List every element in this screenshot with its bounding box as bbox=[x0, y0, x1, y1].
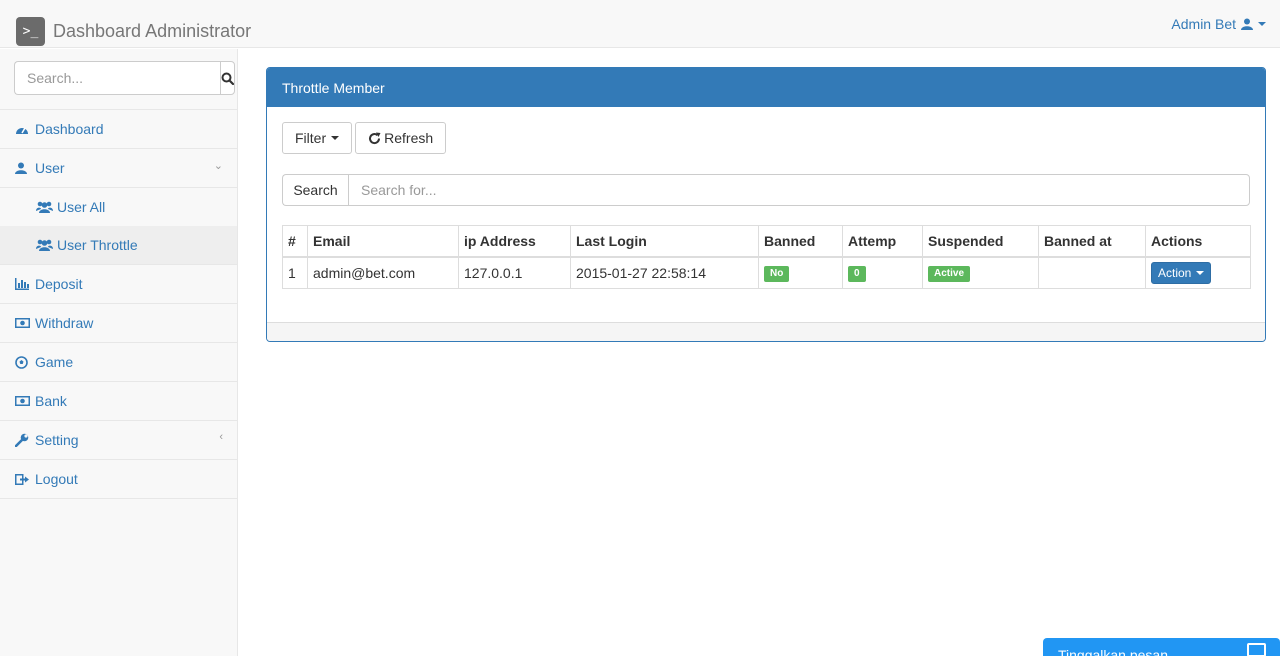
sidebar-item-label: User bbox=[35, 160, 65, 176]
col-actions: Actions bbox=[1145, 225, 1251, 258]
panel-footer bbox=[267, 322, 1265, 341]
chat-widget[interactable]: Tinggalkan pesan bbox=[1043, 638, 1280, 656]
terminal-icon: >_ bbox=[16, 17, 45, 46]
sidebar-subitem-label: User Throttle bbox=[57, 237, 138, 253]
col-banned-at: Banned at bbox=[1038, 225, 1146, 258]
throttle-member-panel: Throttle Member Filter Refresh Search # … bbox=[266, 67, 1266, 342]
sidebar-item-user[interactable]: User ⌄ bbox=[0, 149, 237, 188]
user-menu-dropdown[interactable]: Admin Bet bbox=[1171, 16, 1266, 32]
search-icon bbox=[221, 72, 234, 85]
sidebar-search-input[interactable] bbox=[14, 61, 220, 95]
sidebar-item-label: Bank bbox=[35, 393, 67, 409]
col-number: # bbox=[282, 225, 308, 258]
caret-down-icon bbox=[1196, 270, 1205, 275]
col-email: Email bbox=[307, 225, 459, 258]
cell-last-login: 2015-01-27 22:58:14 bbox=[570, 256, 759, 289]
filter-label: Filter bbox=[295, 130, 327, 146]
sidebar-item-game[interactable]: Game bbox=[0, 343, 237, 382]
col-attempt: Attemp bbox=[842, 225, 923, 258]
banned-badge: No bbox=[764, 266, 790, 283]
col-ip-address: ip Address bbox=[458, 225, 571, 258]
col-banned: Banned bbox=[758, 225, 843, 258]
suspended-badge: Active bbox=[928, 266, 971, 283]
wrench-icon bbox=[15, 433, 31, 447]
col-last-login: Last Login bbox=[570, 225, 759, 258]
chevron-down-icon: ⌄ bbox=[213, 160, 223, 172]
sidebar-search bbox=[0, 49, 237, 110]
user-menu-label: Admin Bet bbox=[1171, 16, 1236, 32]
user-icon bbox=[1241, 18, 1253, 30]
cell-attempt: 0 bbox=[842, 256, 923, 289]
sidebar-item-label: Deposit bbox=[35, 276, 83, 292]
refresh-icon bbox=[369, 132, 381, 144]
cell-banned: No bbox=[758, 256, 843, 289]
sidebar-subitem-user-all[interactable]: User All bbox=[0, 188, 237, 226]
cell-email: admin@bet.com bbox=[307, 256, 459, 289]
brand-title: Dashboard Administrator bbox=[53, 21, 252, 41]
sidebar-item-dashboard[interactable]: Dashboard bbox=[0, 110, 237, 149]
cell-number: 1 bbox=[282, 256, 308, 289]
member-search-group: Search bbox=[282, 174, 1250, 206]
sidebar-item-label: Game bbox=[35, 354, 74, 370]
sidebar-item-withdraw[interactable]: Withdraw bbox=[0, 304, 237, 343]
panel-title: Throttle Member bbox=[267, 68, 1265, 107]
dashboard-icon bbox=[15, 122, 31, 136]
refresh-label: Refresh bbox=[384, 130, 434, 146]
member-search-input[interactable] bbox=[348, 174, 1250, 206]
bar-chart-icon bbox=[15, 277, 31, 291]
money-icon bbox=[15, 394, 31, 408]
sidebar-item-label: Logout bbox=[35, 471, 78, 487]
cell-banned-at bbox=[1038, 256, 1146, 289]
users-icon bbox=[36, 238, 54, 252]
action-dropdown-button[interactable]: Action bbox=[1151, 261, 1212, 284]
soccer-ball-icon bbox=[15, 355, 31, 369]
sidebar-item-label: Dashboard bbox=[35, 121, 104, 137]
caret-down-icon bbox=[331, 136, 340, 140]
user-icon bbox=[15, 161, 31, 175]
cell-actions: Action bbox=[1145, 256, 1251, 289]
search-addon-label: Search bbox=[282, 174, 348, 206]
col-suspended: Suspended bbox=[922, 225, 1039, 258]
throttle-table: # Email ip Address Last Login Banned Att… bbox=[282, 225, 1251, 289]
chat-window-icon bbox=[1247, 643, 1266, 656]
table-row: 1 admin@bet.com 127.0.0.1 2015-01-27 22:… bbox=[282, 256, 1251, 289]
sidebar-search-button[interactable] bbox=[220, 61, 235, 95]
refresh-button[interactable]: Refresh bbox=[355, 122, 447, 154]
top-navbar: >_ Dashboard Administrator Admin Bet bbox=[0, 0, 1280, 48]
cell-suspended: Active bbox=[922, 256, 1039, 289]
sign-out-icon bbox=[15, 472, 31, 486]
sidebar-item-label: Setting bbox=[35, 432, 79, 448]
attempt-badge: 0 bbox=[848, 266, 866, 283]
sidebar-item-setting[interactable]: Setting ‹ bbox=[0, 421, 237, 460]
sidebar-subitem-label: User All bbox=[57, 199, 106, 215]
sidebar: Dashboard User ⌄ User All User Throttle … bbox=[0, 49, 238, 656]
money-icon bbox=[15, 316, 31, 330]
caret-down-icon bbox=[1258, 22, 1266, 26]
users-icon bbox=[36, 200, 54, 214]
action-label: Action bbox=[1158, 265, 1192, 280]
sidebar-item-logout[interactable]: Logout bbox=[0, 460, 237, 499]
cell-ip: 127.0.0.1 bbox=[458, 256, 571, 289]
chat-label: Tinggalkan pesan bbox=[1058, 647, 1169, 656]
chevron-left-icon: ‹ bbox=[219, 431, 223, 443]
sidebar-item-label: Withdraw bbox=[35, 315, 94, 331]
brand[interactable]: >_ Dashboard Administrator bbox=[16, 17, 251, 46]
sidebar-item-bank[interactable]: Bank bbox=[0, 382, 237, 421]
sidebar-item-deposit[interactable]: Deposit bbox=[0, 265, 237, 304]
filter-button[interactable]: Filter bbox=[282, 122, 353, 154]
sidebar-subitem-user-throttle[interactable]: User Throttle bbox=[0, 226, 237, 264]
table-header-row: # Email ip Address Last Login Banned Att… bbox=[282, 225, 1251, 258]
